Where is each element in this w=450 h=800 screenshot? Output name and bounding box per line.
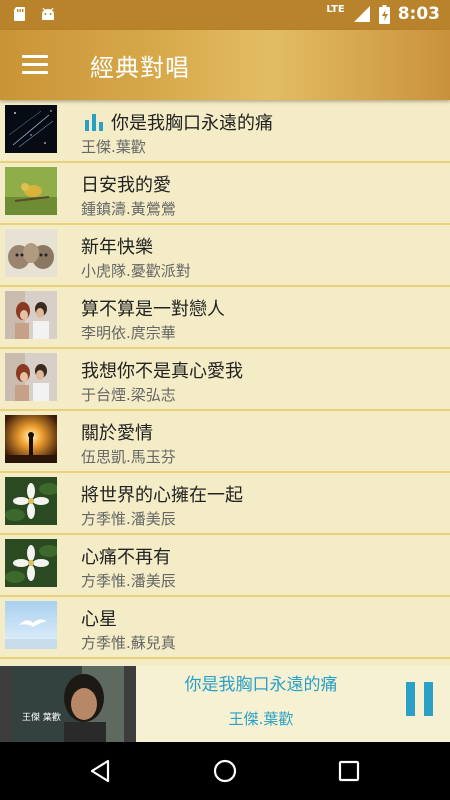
song-artist: 伍思凱.馬玉芬 — [81, 448, 176, 466]
album-art-yellow-bird — [5, 167, 57, 215]
song-title: 將世界的心擁在一起 — [81, 485, 243, 506]
song-row[interactable]: 心痛不再有 方季惟.潘美辰 — [0, 535, 450, 597]
song-title: 關於愛情 — [81, 423, 153, 444]
network-type: LTE — [326, 3, 345, 15]
status-bar: LTE 8:03 — [0, 0, 450, 30]
song-row[interactable]: 關於愛情 伍思凱.馬玉芬 — [0, 411, 450, 473]
album-art-couple — [5, 291, 57, 339]
song-title: 新年快樂 — [81, 237, 153, 258]
song-title: 我想你不是真心愛我 — [81, 361, 243, 382]
album-art-white-flower — [5, 539, 57, 587]
album-art-starry-night — [5, 105, 57, 153]
navigation-bar — [0, 742, 450, 800]
app-title: 經典對唱 — [90, 54, 190, 82]
sd-card-icon — [14, 7, 25, 21]
album-art-tiger-cubs — [5, 229, 57, 277]
player-thumb-caption: 王傑 葉歡 — [22, 713, 61, 723]
home-icon[interactable] — [210, 756, 240, 786]
song-title: 心星 — [81, 609, 117, 630]
song-artist: 方季惟.蘇兒真 — [81, 634, 176, 652]
hamburger-menu-icon[interactable] — [22, 55, 48, 75]
song-list[interactable]: 你是我胸口永遠的痛 王傑.葉歡 日安我的愛 鍾鎮濤.黃鶯鶯 新年快樂 小虎隊.憂… — [0, 101, 450, 666]
song-title: 日安我的愛 — [81, 175, 171, 196]
song-artist: 鍾鎮濤.黃鶯鶯 — [81, 200, 176, 218]
album-art-seagull-sky — [5, 601, 57, 649]
album-art-couple — [5, 353, 57, 401]
player-album-art: 王傑 葉歡 — [12, 666, 124, 742]
android-icon — [42, 7, 54, 20]
battery-icon — [378, 4, 390, 24]
recents-icon[interactable] — [334, 756, 364, 786]
song-row[interactable]: 將世界的心擁在一起 方季惟.潘美辰 — [0, 473, 450, 535]
album-art-sunset-silhouette — [5, 415, 57, 463]
song-row[interactable]: 新年快樂 小虎隊.憂歡派對 — [0, 225, 450, 287]
signal-icon — [353, 6, 370, 22]
song-artist: 方季惟.潘美辰 — [81, 572, 176, 590]
album-art-white-flower — [5, 477, 57, 525]
song-row[interactable]: 你是我胸口永遠的痛 王傑.葉歡 — [0, 101, 450, 163]
song-artist: 李明依.庹宗華 — [81, 324, 176, 342]
app-bar: 經典對唱 — [0, 30, 450, 100]
clock: 8:03 — [397, 4, 440, 24]
back-icon[interactable] — [86, 756, 116, 786]
player-info[interactable]: 你是我胸口永遠的痛 王傑.葉歡 — [136, 666, 450, 742]
song-row[interactable]: 算不算是一對戀人 李明依.庹宗華 — [0, 287, 450, 349]
song-row[interactable]: 我想你不是真心愛我 于台煙.梁弘志 — [0, 349, 450, 411]
player-song-title: 你是我胸口永遠的痛 — [184, 675, 338, 695]
song-artist: 方季惟.潘美辰 — [81, 510, 176, 528]
song-artist: 王傑.葉歡 — [81, 138, 146, 156]
song-artist: 小虎隊.憂歡派對 — [81, 262, 191, 280]
mini-player[interactable]: 王傑 葉歡 你是我胸口永遠的痛 王傑.葉歡 — [0, 666, 450, 742]
player-song-artist: 王傑.葉歡 — [228, 710, 294, 728]
song-title: 你是我胸口永遠的痛 — [111, 113, 273, 134]
song-row[interactable]: 心星 方季惟.蘇兒真 — [0, 597, 450, 659]
now-playing-icon — [85, 114, 103, 131]
song-title: 算不算是一對戀人 — [81, 299, 225, 320]
song-artist: 于台煙.梁弘志 — [81, 386, 176, 404]
song-row[interactable]: 日安我的愛 鍾鎮濤.黃鶯鶯 — [0, 163, 450, 225]
song-title: 心痛不再有 — [81, 547, 171, 568]
pause-button[interactable] — [404, 682, 436, 716]
